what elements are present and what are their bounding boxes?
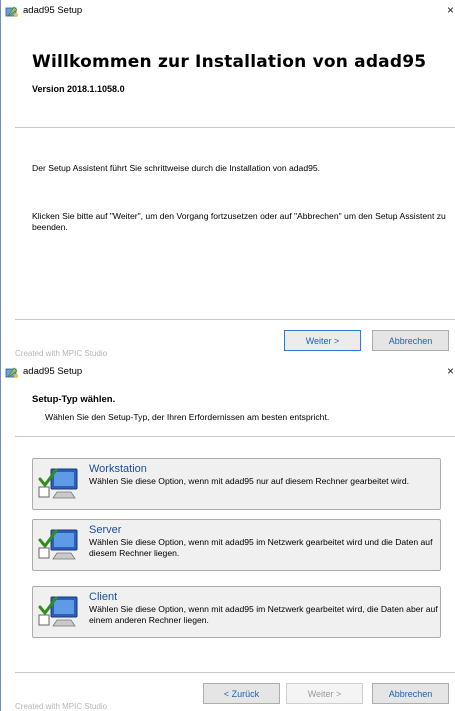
- window-title: adad95 Setup: [23, 5, 83, 16]
- next-button[interactable]: Weiter >: [286, 683, 363, 704]
- page-subtitle: Wählen Sie den Setup-Typ, der Ihren Erfo…: [45, 412, 330, 422]
- option-title: Client: [89, 591, 118, 603]
- page-title: Setup-Typ wählen.: [32, 394, 116, 405]
- footer-credit: Created with MPIC Studio: [15, 349, 108, 358]
- computer-check-icon: [37, 466, 81, 506]
- setup-type-window: adad95 Setup × Setup-Typ wählen. Wählen …: [0, 361, 455, 711]
- page-title: Willkommen zur Installation von adad95: [32, 52, 427, 72]
- computer-check-icon: [37, 527, 81, 567]
- setup-app-icon: [5, 5, 19, 21]
- cancel-button[interactable]: Abbrechen: [372, 683, 449, 704]
- title-bar: adad95 Setup ×: [1, 361, 455, 385]
- setup-option-1[interactable]: Workstation Wählen Sie diese Option, wenn…: [32, 458, 441, 510]
- setup-welcome-window: adad95 Setup × Willkommen zur Installati…: [0, 0, 455, 361]
- option-title: Server: [89, 524, 122, 536]
- next-button[interactable]: Weiter >: [284, 330, 361, 351]
- footer-credit: Created with MPIC Studio: [15, 702, 108, 711]
- instruction-text: Klicken Sie bitte auf "Weiter", um den V…: [32, 211, 446, 232]
- option-description: Wählen Sie diese Option, wenn mit adad95…: [89, 537, 433, 558]
- header-divider: [15, 436, 455, 437]
- close-icon[interactable]: ×: [447, 364, 454, 378]
- footer-divider: [15, 319, 455, 320]
- option-title: Workstation: [89, 463, 147, 475]
- header-divider: [15, 127, 455, 128]
- computer-check-icon: [37, 594, 81, 634]
- option-description: Wählen Sie diese Option, wenn mit adad95…: [89, 476, 410, 486]
- intro-text: Der Setup Assistent führt Sie schrittwei…: [32, 163, 321, 173]
- footer-divider: [15, 672, 455, 673]
- setup-option-3[interactable]: Client Wählen Sie diese Option, wenn mit …: [32, 586, 441, 638]
- cancel-button[interactable]: Abbrechen: [372, 330, 449, 351]
- setup-option-2[interactable]: Server Wählen Sie diese Option, wenn mit …: [32, 519, 441, 571]
- title-bar: adad95 Setup ×: [1, 0, 455, 24]
- setup-app-icon: [5, 366, 19, 382]
- close-icon[interactable]: ×: [447, 3, 454, 17]
- option-description: Wählen Sie diese Option, wenn mit adad95…: [89, 604, 438, 625]
- version-label: Version 2018.1.1058.0: [32, 84, 125, 94]
- window-title: adad95 Setup: [23, 366, 83, 377]
- back-button[interactable]: < Zurück: [203, 683, 280, 704]
